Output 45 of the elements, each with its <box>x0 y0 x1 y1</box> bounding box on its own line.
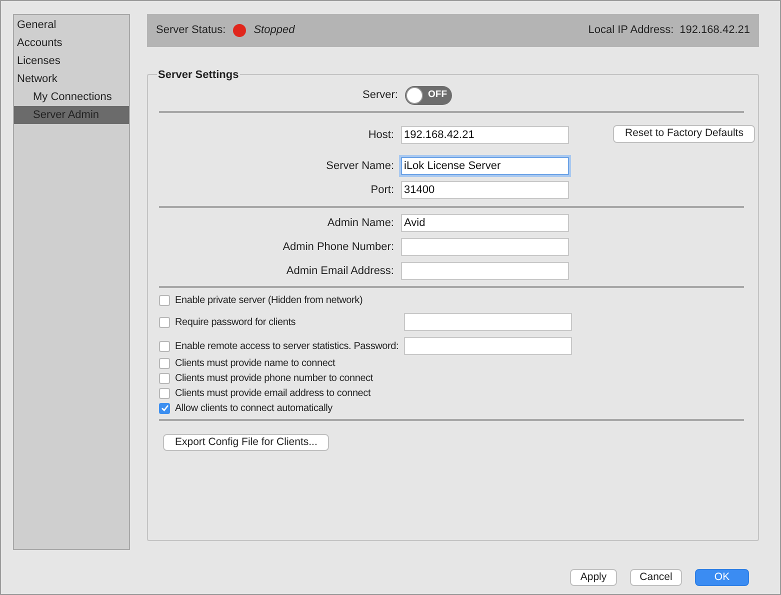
status-text: Stopped <box>254 23 295 38</box>
text-field[interactable]: 31400 <box>401 181 569 199</box>
sidebar-item[interactable]: Licenses <box>14 52 129 70</box>
field-label: Host: <box>367 128 395 143</box>
checkbox-label: Allow clients to connect automatically <box>175 402 334 416</box>
field-label: Admin Name: <box>326 216 395 231</box>
checkbox-label: Clients must provide name to connect <box>175 356 336 370</box>
ip-label: Local IP Address: <box>588 23 674 38</box>
sidebar-item[interactable]: Accounts <box>14 34 129 52</box>
export-button[interactable]: Export Config File for Clients... <box>163 434 330 451</box>
ip-address: 192.168.42.21 <box>680 23 750 38</box>
field-label: Server: <box>362 88 399 103</box>
field-label: Admin Phone Number: <box>282 240 395 255</box>
sidebar-item[interactable]: My Connections <box>14 88 129 106</box>
text-field[interactable]: Avid <box>401 214 569 232</box>
sidebar-item[interactable]: Network <box>14 70 129 88</box>
checkbox[interactable] <box>159 402 170 414</box>
sidebar-item[interactable]: General <box>14 16 129 34</box>
text-field[interactable] <box>401 262 569 280</box>
field-label: Admin Email Address: <box>285 264 395 279</box>
text-field[interactable]: iLok License Server <box>401 157 569 175</box>
checkbox[interactable] <box>159 372 170 384</box>
checkbox-label: Require password for clients <box>175 316 297 330</box>
checkbox-label: Clients must provide phone number to connect <box>175 372 374 386</box>
checkbox-label: Clients must provide email address to connect <box>175 386 372 400</box>
checkbox[interactable] <box>159 294 170 306</box>
field-label: Server Name: <box>325 158 395 174</box>
server-toggle[interactable]: OFF <box>405 86 452 104</box>
text-field[interactable] <box>404 337 572 355</box>
checkbox-label: Enable private server (Hidden from network) <box>175 294 364 308</box>
text-field[interactable] <box>401 238 569 256</box>
status-label: Server Status: <box>156 23 226 38</box>
checkmark-icon <box>160 404 168 412</box>
reset-button[interactable]: Reset to Factory Defaults <box>613 125 756 143</box>
text-field[interactable] <box>404 313 572 331</box>
field-label: Port: <box>370 182 395 198</box>
checkbox[interactable] <box>159 358 170 368</box>
checkbox[interactable] <box>159 316 170 328</box>
dialog-button[interactable]: Apply <box>570 569 617 586</box>
text-field[interactable]: 192.168.42.21 <box>401 126 569 144</box>
checkbox-label: Enable remote access to server statistics. Password: <box>175 340 400 354</box>
group-title: Server Settings <box>157 67 240 84</box>
checkbox[interactable] <box>159 340 170 352</box>
checkbox[interactable] <box>159 388 170 398</box>
dialog-button[interactable]: Cancel <box>630 569 682 586</box>
